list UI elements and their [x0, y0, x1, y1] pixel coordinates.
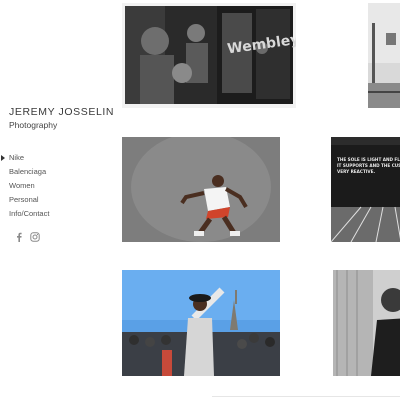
nav-item-info-contact[interactable]: Info/Contact [9, 207, 49, 221]
photo-track-poster[interactable]: THE SOLE IS LIGHT AND FLEXIBLEIT SUPPORT… [331, 137, 400, 242]
instagram-icon[interactable] [30, 232, 40, 242]
main-nav: Nike Balenciaga Women Personal Info/Cont… [0, 151, 49, 221]
brand[interactable]: JEREMY JOSSELIN Photography [9, 106, 114, 131]
nav-item-nike[interactable]: Nike [0, 151, 49, 165]
photo-city-street[interactable] [368, 3, 400, 108]
nav-item-women[interactable]: Women [9, 179, 49, 193]
brand-name[interactable]: JEREMY JOSSELIN [9, 106, 114, 119]
facebook-icon[interactable] [16, 232, 22, 242]
photo-athlete-running[interactable] [122, 137, 280, 242]
photo-storefront-crowd[interactable]: Wembley [122, 3, 296, 108]
nav-item-balenciaga[interactable]: Balenciaga [9, 165, 49, 179]
social-links [16, 232, 40, 242]
brand-subtitle: Photography [9, 120, 58, 130]
divider [212, 396, 400, 397]
photo-paris-celebration[interactable] [122, 270, 280, 376]
nav-item-personal[interactable]: Personal [9, 193, 49, 207]
photo-portrait[interactable] [333, 270, 400, 376]
